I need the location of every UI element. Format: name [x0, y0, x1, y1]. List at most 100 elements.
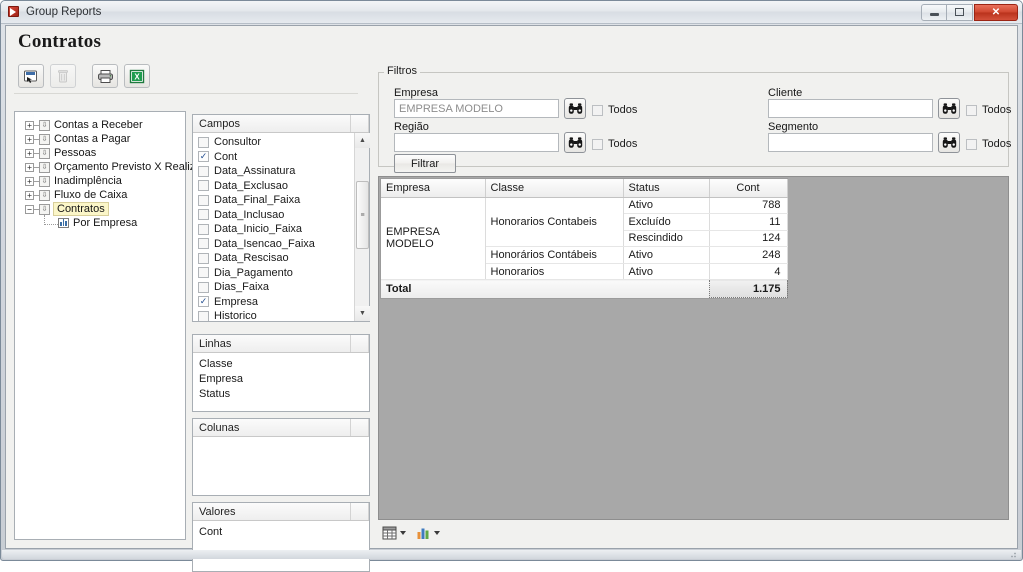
- cliente-todos-checkbox[interactable]: Todos: [966, 104, 1011, 116]
- checkbox-unchecked-icon[interactable]: [198, 281, 209, 293]
- refresh-data-button[interactable]: [18, 64, 44, 88]
- cliente-lookup-button[interactable]: [938, 98, 960, 119]
- checkbox-unchecked-icon[interactable]: [966, 138, 977, 150]
- checkbox-unchecked-icon[interactable]: [198, 209, 209, 221]
- table-total-row[interactable]: Total 1.175: [381, 279, 788, 299]
- list-item[interactable]: Data_Final_Faixa: [193, 193, 354, 208]
- field-label: Cont: [214, 150, 238, 163]
- collapse-icon[interactable]: −: [25, 204, 34, 214]
- segmento-todos-checkbox[interactable]: Todos: [966, 138, 1011, 150]
- table-row[interactable]: EMPRESA MODELO Honorarios Contabeis Ativ…: [381, 197, 788, 281]
- checkbox-unchecked-icon[interactable]: [198, 267, 209, 279]
- regiao-lookup-button[interactable]: [564, 132, 586, 153]
- campos-list[interactable]: Consultor ✓ Cont Data_Assinatura Data_Exc…: [193, 133, 354, 321]
- tree-item-orcamento-previsto-x-realizado[interactable]: + ⇩ Orçamento Previsto X Realizado: [15, 160, 214, 174]
- regiao-input[interactable]: [394, 133, 559, 152]
- print-button[interactable]: [92, 64, 118, 88]
- checkbox-checked-icon[interactable]: ✓: [198, 296, 209, 308]
- checkbox-unchecked-icon[interactable]: [966, 104, 977, 116]
- segmento-input[interactable]: [768, 133, 933, 152]
- linhas-list[interactable]: Classe Empresa Status: [193, 353, 369, 411]
- tree-item-contas-a-receber[interactable]: + ⇩ Contas a Receber: [15, 118, 185, 132]
- list-item[interactable]: Dias_Faixa: [193, 280, 354, 295]
- tree-item-contratos[interactable]: − ⇩ Contratos: [15, 202, 185, 216]
- tree-item-fluxo-de-caixa[interactable]: + ⇩ Fluxo de Caixa: [15, 188, 185, 202]
- chevron-down-icon[interactable]: [434, 531, 440, 535]
- scrollbar-thumb[interactable]: ≡: [356, 181, 369, 249]
- export-excel-button[interactable]: X: [124, 64, 150, 88]
- list-item[interactable]: ✓ Cont: [193, 150, 354, 165]
- checkbox-unchecked-icon[interactable]: [198, 194, 209, 206]
- maximize-button[interactable]: [947, 3, 973, 21]
- total-value: 1.175: [708, 279, 788, 299]
- tree-item-inadimplencia[interactable]: + ⇩ Inadimplência: [15, 174, 185, 188]
- checkbox-unchecked-icon[interactable]: [198, 238, 209, 250]
- segmento-lookup-button[interactable]: [938, 132, 960, 153]
- pivot-grid[interactable]: Empresa Classe Status Cont EMPRESA MODEL…: [380, 178, 788, 300]
- list-item[interactable]: Classe: [193, 356, 369, 371]
- list-item[interactable]: Cont: [193, 524, 369, 539]
- checkbox-checked-icon[interactable]: ✓: [198, 151, 209, 163]
- checkbox-unchecked-icon[interactable]: [198, 223, 209, 235]
- empresa-todos-checkbox[interactable]: Todos: [592, 104, 637, 116]
- checkbox-unchecked-icon[interactable]: [592, 138, 603, 150]
- cell-cont: 124: [709, 230, 788, 248]
- column-header-status[interactable]: Status: [623, 179, 710, 198]
- checkbox-unchecked-icon[interactable]: [198, 180, 209, 192]
- resize-grip-icon[interactable]: [1007, 550, 1017, 558]
- list-item[interactable]: Data_Inicio_Faixa: [193, 222, 354, 237]
- chevron-down-icon[interactable]: [400, 531, 406, 535]
- list-item[interactable]: Dia_Pagamento: [193, 266, 354, 281]
- campos-header-label: Campos: [199, 117, 240, 130]
- cell-status: Ativo: [623, 263, 710, 281]
- list-item[interactable]: Data_Exclusao: [193, 179, 354, 194]
- list-item[interactable]: Data_Assinatura: [193, 164, 354, 179]
- checkbox-unchecked-icon[interactable]: [198, 136, 209, 148]
- expand-icon[interactable]: +: [25, 134, 34, 144]
- expand-icon[interactable]: +: [25, 148, 34, 158]
- tree-item-contas-a-pagar[interactable]: + ⇩ Contas a Pagar: [15, 132, 185, 146]
- column-header-classe[interactable]: Classe: [485, 179, 624, 198]
- checkbox-unchecked-icon[interactable]: [592, 104, 603, 116]
- expand-icon[interactable]: +: [25, 120, 34, 130]
- list-item[interactable]: Data_Inclusao: [193, 208, 354, 223]
- segmento-label: Segmento: [768, 121, 819, 133]
- scroll-up-icon[interactable]: ▲: [355, 133, 370, 148]
- column-header-empresa[interactable]: Empresa: [381, 179, 486, 198]
- close-button[interactable]: ✕: [974, 3, 1018, 21]
- campos-scrollbar[interactable]: ▲ ≡ ▼: [354, 133, 370, 321]
- list-item[interactable]: Consultor: [193, 135, 354, 150]
- report-tree[interactable]: + ⇩ Contas a Receber + ⇩ Contas a Pagar …: [14, 111, 214, 540]
- list-item[interactable]: Data_Rescisao: [193, 251, 354, 266]
- column-header-cont[interactable]: Cont: [709, 179, 788, 198]
- valores-list[interactable]: Cont: [193, 521, 369, 571]
- view-toolstrip: [378, 523, 1009, 543]
- list-item[interactable]: Data_Isencao_Faixa: [193, 237, 354, 252]
- linha-label: Status: [199, 387, 231, 400]
- grid-view-button[interactable]: [382, 526, 406, 540]
- scroll-down-icon[interactable]: ▼: [355, 306, 370, 321]
- linhas-header: Linhas: [193, 335, 369, 353]
- list-item[interactable]: ✓ Empresa: [193, 295, 354, 310]
- minimize-button[interactable]: [921, 3, 947, 21]
- checkbox-unchecked-icon[interactable]: [198, 252, 209, 264]
- regiao-todos-checkbox[interactable]: Todos: [592, 138, 637, 150]
- list-item[interactable]: Empresa: [193, 371, 369, 386]
- tree-item-pessoas[interactable]: + ⇩ Pessoas: [15, 146, 185, 160]
- list-item[interactable]: Status: [193, 386, 369, 401]
- expand-icon[interactable]: +: [25, 162, 34, 172]
- list-item[interactable]: Historico: [193, 309, 354, 321]
- valores-header: Valores: [193, 503, 369, 521]
- expand-icon[interactable]: +: [25, 190, 34, 200]
- colunas-list[interactable]: [193, 437, 369, 495]
- expand-icon[interactable]: +: [25, 176, 34, 186]
- checkbox-unchecked-icon[interactable]: [198, 310, 209, 321]
- cliente-input[interactable]: [768, 99, 933, 118]
- empresa-input[interactable]: EMPRESA MODELO: [394, 99, 559, 118]
- linhas-panel: Linhas Classe Empresa Status: [192, 334, 370, 412]
- checkbox-unchecked-icon[interactable]: [198, 165, 209, 177]
- chart-view-button[interactable]: [416, 526, 440, 540]
- filtrar-button[interactable]: Filtrar: [394, 154, 456, 173]
- tree-item-por-empresa[interactable]: Por Empresa: [15, 215, 185, 230]
- empresa-lookup-button[interactable]: [564, 98, 586, 119]
